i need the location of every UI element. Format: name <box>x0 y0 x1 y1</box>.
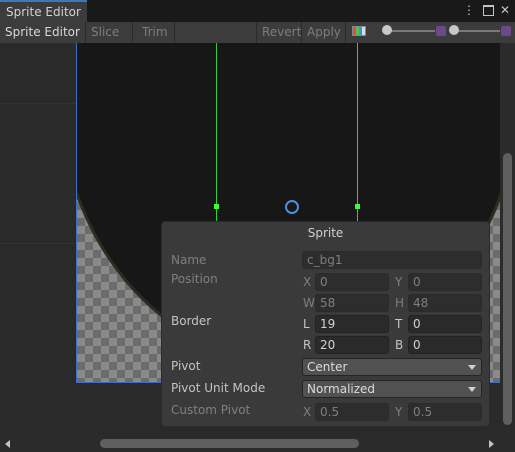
y-axis-label: Y <box>395 275 403 289</box>
name-field[interactable]: c_bg1 <box>302 251 482 269</box>
scroll-left-icon[interactable] <box>5 440 10 448</box>
vertical-scrollbar[interactable] <box>500 43 515 436</box>
editor-mode-dropdown[interactable]: Sprite Editor <box>0 22 86 56</box>
name-label: Name <box>171 253 207 267</box>
pivot-value: Center <box>307 360 348 374</box>
horizontal-scroll-thumb[interactable] <box>100 439 359 448</box>
border-right-handle[interactable] <box>355 204 360 209</box>
pivot-unit-mode-label: Pivot Unit Mode <box>171 381 266 395</box>
chevron-down-icon <box>468 365 476 370</box>
border-label: Border <box>171 314 212 328</box>
vertical-scroll-thumb[interactable] <box>503 153 512 425</box>
tab-sprite-editor[interactable]: Sprite Editor <box>0 0 87 22</box>
custom-pivot-y-field[interactable]: 0.5 <box>408 403 482 421</box>
custom-pivot-label: Custom Pivot <box>171 403 251 417</box>
pivot-unit-mode-dropdown[interactable]: Normalized <box>302 380 482 398</box>
toolbar: Sprite Editor Slice Trim Revert Apply <box>0 22 515 56</box>
zoom-slider-icon <box>436 26 446 36</box>
mip-slider-icon <box>501 26 511 36</box>
horizontal-scrollbar[interactable] <box>0 436 515 452</box>
h-axis-label: H <box>395 296 405 310</box>
sprite-properties-panel: Sprite Name c_bg1 Position X 0 Y 0 W 58 … <box>161 221 490 427</box>
maximize-icon[interactable] <box>481 3 495 17</box>
position-w-field[interactable]: 58 <box>315 294 389 312</box>
pivot-handle-icon[interactable] <box>285 200 299 214</box>
border-b-field[interactable]: 0 <box>408 336 482 354</box>
kebab-menu-icon[interactable]: ⋮ <box>462 3 476 17</box>
trim-button[interactable]: Trim <box>133 22 175 43</box>
mip-slider-handle[interactable] <box>449 25 459 35</box>
border-l-field[interactable]: 19 <box>315 315 389 333</box>
chevron-down-icon <box>468 387 476 392</box>
color-channel-icon[interactable] <box>352 26 366 36</box>
pivot-dropdown[interactable]: Center <box>302 358 482 376</box>
t-axis-label: T <box>395 317 403 331</box>
editor-mode-label: Sprite Editor <box>5 25 80 39</box>
w-axis-label: W <box>303 296 315 310</box>
border-left-handle[interactable] <box>214 204 219 209</box>
slice-dropdown[interactable]: Slice <box>86 22 133 56</box>
close-icon[interactable]: ✕ <box>498 3 512 17</box>
scroll-right-icon[interactable] <box>489 440 494 448</box>
pivot-unit-mode-value: Normalized <box>307 382 376 396</box>
b-axis-label: B <box>395 338 404 352</box>
position-x-field[interactable]: 0 <box>315 273 389 291</box>
panel-title: Sprite <box>307 226 344 240</box>
l-axis-label: L <box>303 317 310 331</box>
custom-y-axis-label: Y <box>395 405 403 419</box>
tab-bar: Sprite Editor ⋮ ✕ <box>0 0 515 22</box>
custom-pivot-x-field[interactable]: 0.5 <box>315 403 389 421</box>
revert-button[interactable]: Revert <box>256 22 302 43</box>
slice-label: Slice <box>91 25 120 39</box>
position-label: Position <box>171 272 218 286</box>
r-axis-label: R <box>303 338 312 352</box>
zoom-slider-handle[interactable] <box>382 25 392 35</box>
custom-x-axis-label: X <box>303 405 312 419</box>
apply-button[interactable]: Apply <box>302 22 346 43</box>
border-r-field[interactable]: 20 <box>315 336 389 354</box>
pivot-label: Pivot <box>171 359 201 373</box>
border-t-field[interactable]: 0 <box>408 315 482 333</box>
position-y-field[interactable]: 0 <box>408 273 482 291</box>
x-axis-label: X <box>303 275 312 289</box>
position-h-field[interactable]: 48 <box>408 294 482 312</box>
